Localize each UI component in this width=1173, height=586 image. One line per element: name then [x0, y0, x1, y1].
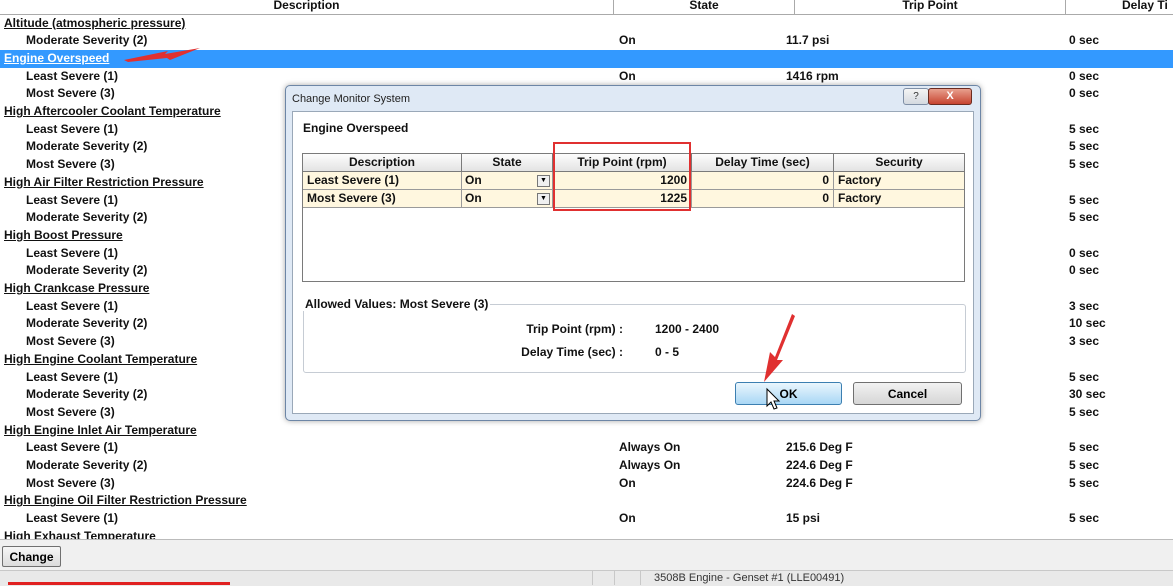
red-annotation-arrow-icon [764, 314, 795, 382]
mouse-cursor-icon [766, 387, 781, 410]
annotation-layer [124, 48, 795, 410]
red-annotation-arrow-icon [124, 48, 200, 62]
